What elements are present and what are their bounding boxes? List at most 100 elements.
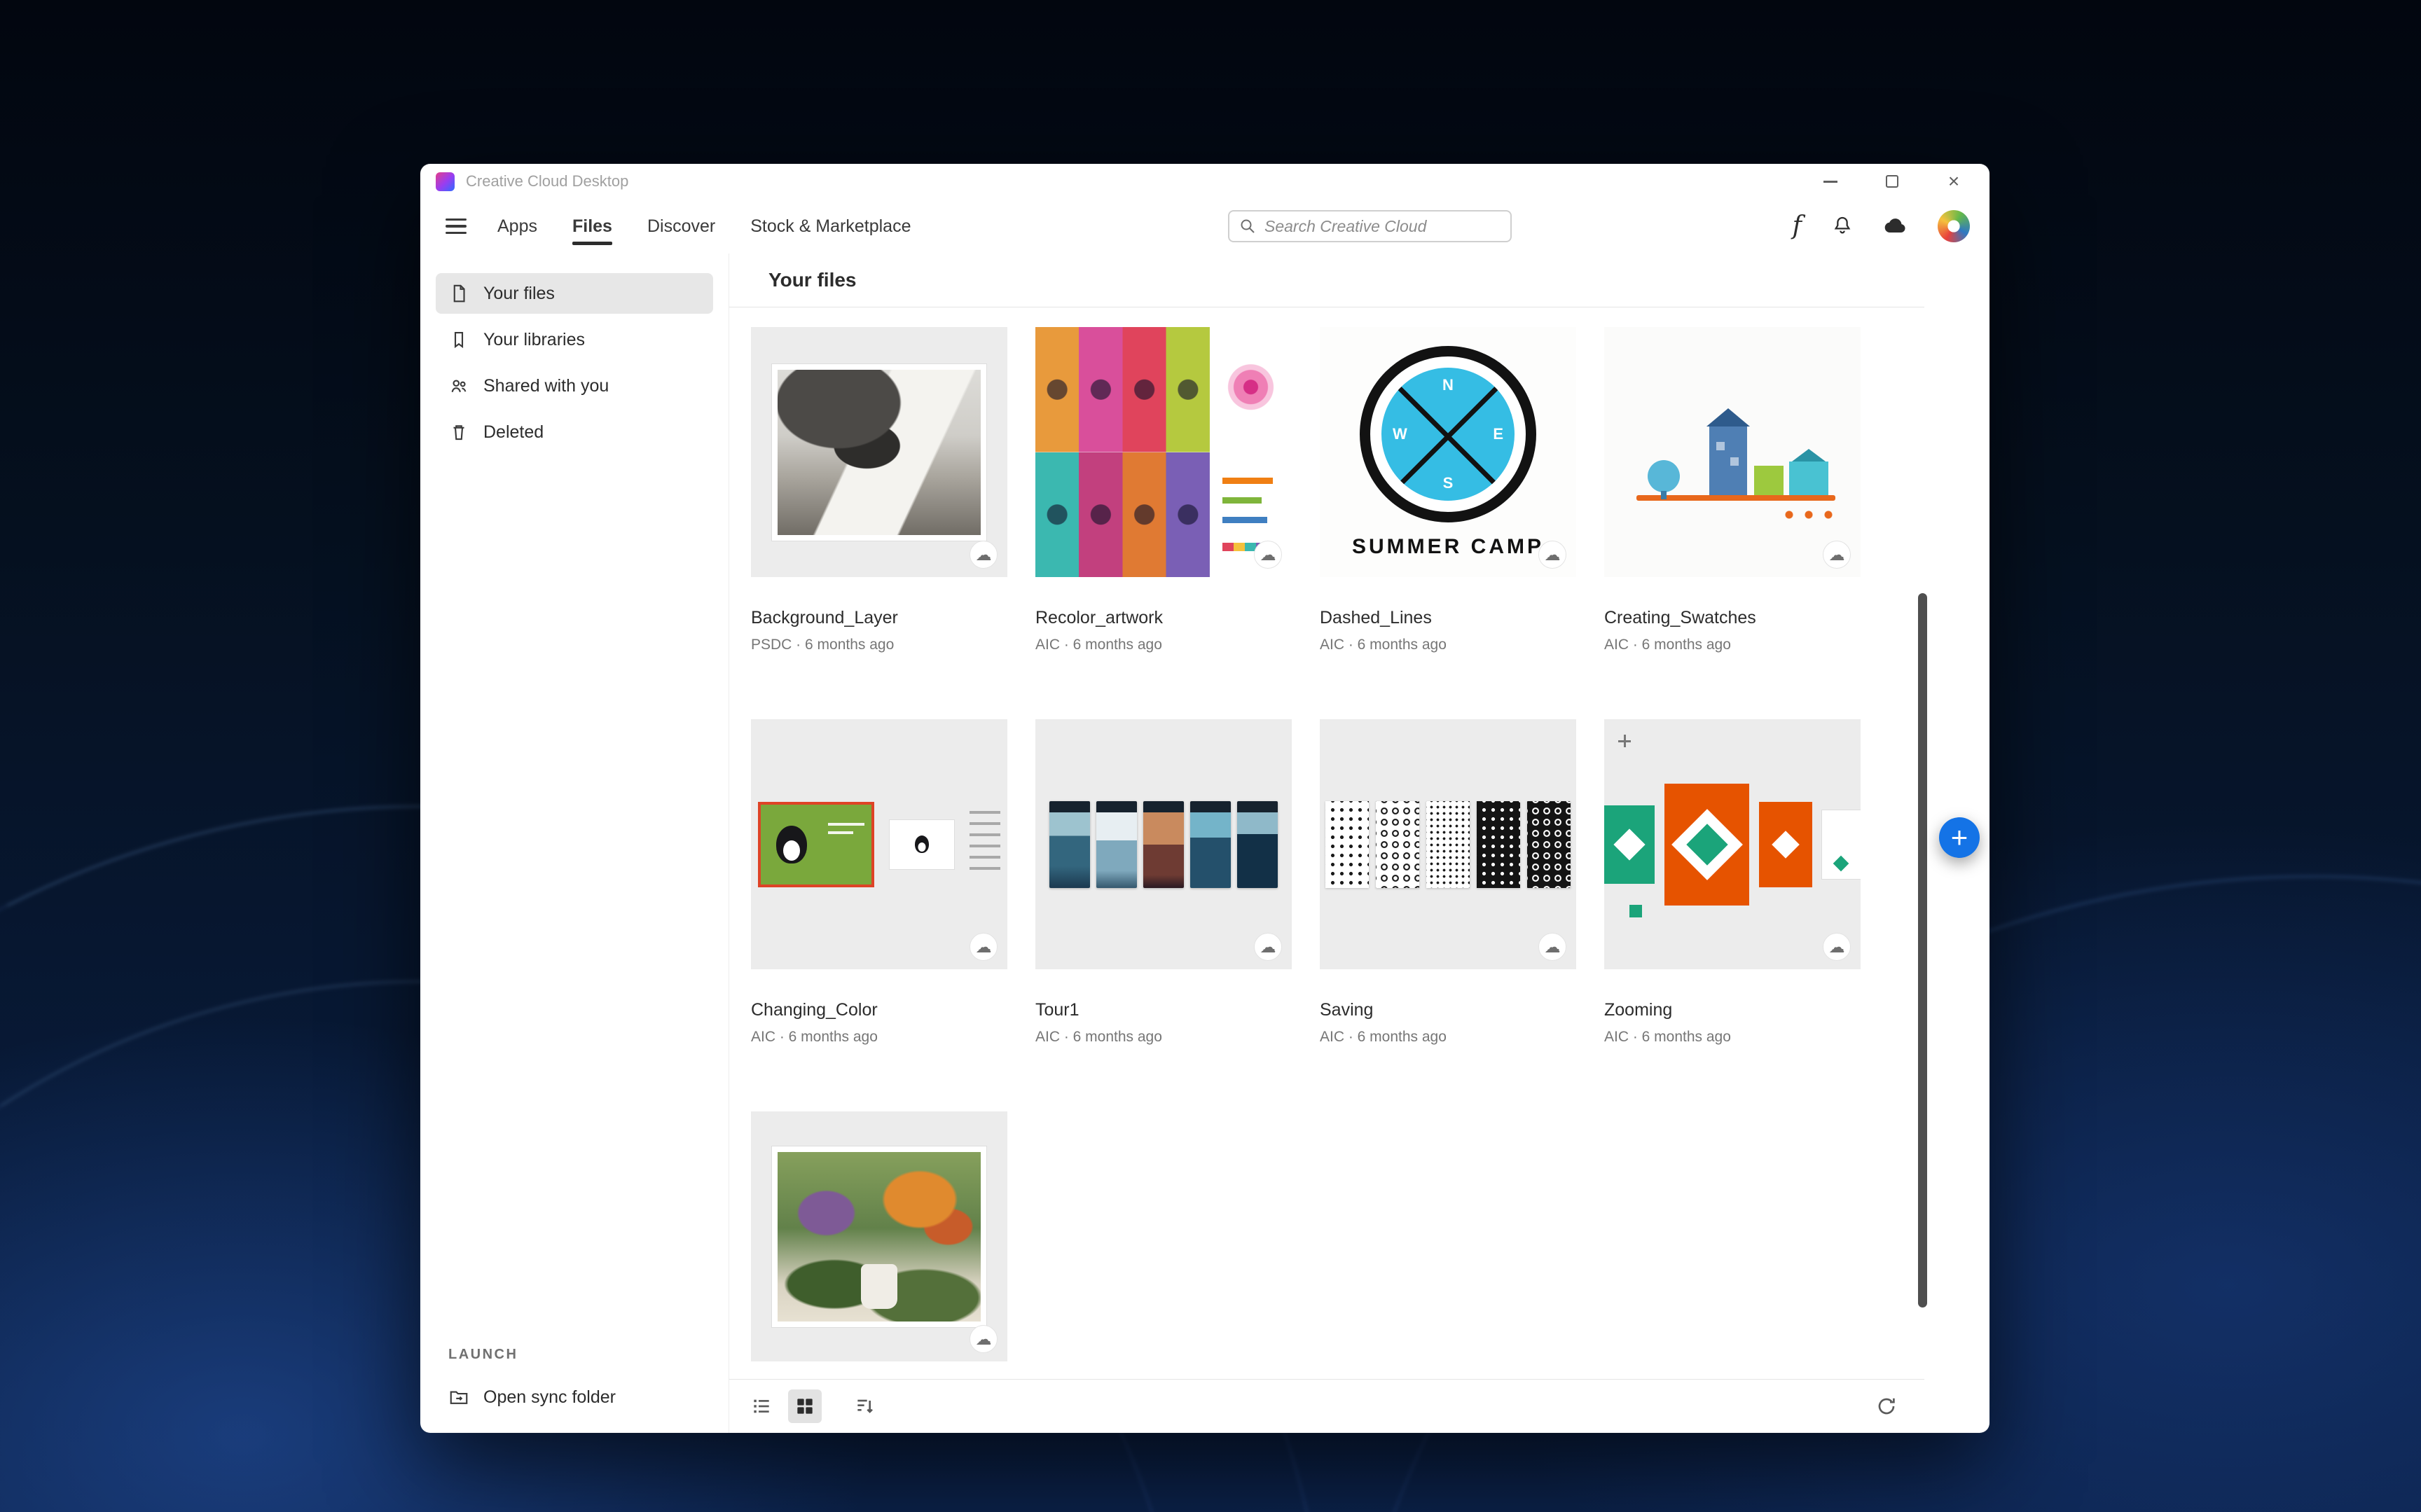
cloud-sync-badge: ☁ xyxy=(970,541,998,569)
vertical-scrollbar[interactable] xyxy=(1918,593,1927,1308)
maximize-button[interactable] xyxy=(1882,171,1903,192)
file-card-zooming[interactable]: ☁ Zooming AIC · 6 months ago xyxy=(1604,719,1861,1046)
orange-diamond-card-large xyxy=(1664,784,1749,906)
photo-frame xyxy=(772,1146,986,1327)
thumbnail-creating-swatches: ☁ xyxy=(1604,327,1861,577)
icon-sheet xyxy=(1477,801,1520,888)
sort-button[interactable] xyxy=(848,1389,882,1423)
penguin-illustration xyxy=(776,826,807,863)
grid-view-button[interactable] xyxy=(788,1389,822,1423)
libraries-icon xyxy=(448,329,469,350)
window-body: Your files Your libraries Shared with yo… xyxy=(420,254,1989,1433)
main-area: Your files ☁ Background_Layer PSDC · 6 m… xyxy=(729,254,1989,1433)
file-card-changing-color[interactable]: ☁ Changing_Color AIC · 6 months ago xyxy=(751,719,1007,1046)
compass-west: W xyxy=(1393,425,1407,443)
poster-thumbnail xyxy=(1143,801,1184,888)
notifications-bell-icon[interactable] xyxy=(1831,215,1854,237)
file-meta: PSDC · 6 months ago xyxy=(751,637,1007,653)
file-card-recolor-artwork[interactable]: ☁ Recolor_artwork AIC · 6 months ago xyxy=(1035,327,1292,653)
file-card-creating-swatches[interactable]: ☁ Creating_Swatches AIC · 6 months ago xyxy=(1604,327,1861,653)
flower-and-swatches xyxy=(1210,327,1292,577)
poster-thumbnail xyxy=(1190,801,1231,888)
poster-thumbnail xyxy=(1237,801,1278,888)
maximize-icon xyxy=(1886,175,1898,188)
file-meta: AIC · 6 months ago xyxy=(1604,1029,1861,1046)
file-card-untitled[interactable]: ☁ xyxy=(751,1111,1007,1361)
poster-row xyxy=(1049,801,1278,888)
file-card-tour1[interactable]: ☁ Tour1 AIC · 6 months ago xyxy=(1035,719,1292,1046)
dot-row xyxy=(1779,508,1842,522)
adobe-fonts-icon[interactable]: f xyxy=(1793,214,1802,239)
file-name: Creating_Swatches xyxy=(1604,608,1861,628)
file-meta: AIC · 6 months ago xyxy=(1035,1029,1292,1046)
creative-cloud-logo-icon xyxy=(436,172,455,191)
recolor-artwork xyxy=(1035,327,1292,577)
color-tile-grid xyxy=(1035,327,1210,577)
file-name: Background_Layer xyxy=(751,608,1007,628)
tab-apps[interactable]: Apps xyxy=(497,199,537,254)
menu-icon[interactable] xyxy=(446,219,467,235)
search-input[interactable] xyxy=(1264,217,1501,236)
cloud-sync-badge: ☁ xyxy=(1538,933,1566,961)
open-sync-folder-button[interactable]: Open sync folder xyxy=(448,1387,712,1408)
add-button[interactable]: + xyxy=(1939,817,1980,858)
sidebar-item-your-libraries[interactable]: Your libraries xyxy=(436,319,713,360)
launch-section-label: LAUNCH xyxy=(448,1347,712,1363)
file-card-background-layer[interactable]: ☁ Background_Layer PSDC · 6 months ago xyxy=(751,327,1007,653)
list-view-button[interactable] xyxy=(745,1389,778,1423)
sidebar-item-label: Deleted xyxy=(483,422,544,443)
icon-sheet xyxy=(1426,801,1470,888)
cloud-sync-badge: ☁ xyxy=(1823,541,1851,569)
compass-badge: N E S W xyxy=(1360,346,1536,522)
poster-thumbnail xyxy=(1049,801,1090,888)
tree-shape xyxy=(1648,460,1680,492)
close-button[interactable]: × xyxy=(1943,171,1964,192)
cloud-glyph: ☁ xyxy=(1829,547,1845,563)
houses-illustration xyxy=(1604,327,1861,577)
white-slide xyxy=(890,820,954,869)
tab-files[interactable]: Files xyxy=(572,199,612,254)
file-card-saving[interactable]: ☁ Saving AIC · 6 months ago xyxy=(1320,719,1576,1046)
open-sync-folder-label: Open sync folder xyxy=(483,1387,616,1408)
vase-shape xyxy=(861,1264,897,1309)
sync-folder-icon xyxy=(448,1387,469,1408)
file-grid: ☁ Background_Layer PSDC · 6 months ago xyxy=(729,307,1924,1379)
list-view-icon xyxy=(750,1395,773,1417)
penguin-illustration-small xyxy=(915,835,929,853)
thumbnail-tour1: ☁ xyxy=(1035,719,1292,969)
icon-sheets xyxy=(1325,801,1571,888)
refresh-icon xyxy=(1875,1395,1898,1417)
photo-artwork xyxy=(778,370,981,535)
tab-stock-marketplace[interactable]: Stock & Marketplace xyxy=(750,199,911,254)
search-box[interactable] xyxy=(1228,210,1512,242)
cloud-glyph: ☁ xyxy=(976,547,992,563)
account-avatar[interactable] xyxy=(1938,210,1970,242)
nav-items: Apps Files Discover Stock & Marketplace xyxy=(497,199,911,254)
sidebar-item-shared-with-you[interactable]: Shared with you xyxy=(436,366,713,406)
sidebar-item-deleted[interactable]: Deleted xyxy=(436,412,713,452)
minimize-icon xyxy=(1823,181,1837,183)
photo-frame xyxy=(772,364,986,541)
cloud-activity-icon[interactable] xyxy=(1883,214,1908,239)
cloud-glyph: ☁ xyxy=(976,939,992,955)
refresh-button[interactable] xyxy=(1870,1389,1903,1423)
thumbnail-background-layer: ☁ xyxy=(751,327,1007,577)
cloud-sync-badge: ☁ xyxy=(1254,541,1282,569)
minimize-button[interactable] xyxy=(1820,171,1841,192)
sidebar-items: Your files Your libraries Shared with yo… xyxy=(420,254,729,452)
trash-icon xyxy=(448,422,469,443)
sidebar-item-your-files[interactable]: Your files xyxy=(436,273,713,314)
compass-east: E xyxy=(1493,425,1503,443)
white-diamond-card xyxy=(1822,810,1861,879)
zoom-cursor-icon xyxy=(1618,735,1631,747)
summer-camp-text: SUMMER CAMP xyxy=(1352,535,1544,559)
diamond-cards-artwork xyxy=(1604,719,1861,969)
compass-north: N xyxy=(1442,376,1454,394)
tab-discover[interactable]: Discover xyxy=(647,199,715,254)
sidebar-item-label: Shared with you xyxy=(483,376,609,396)
icon-sheet xyxy=(1325,801,1369,888)
app-window: Creative Cloud Desktop × Apps Files Disc… xyxy=(420,164,1989,1433)
cloud-sync-badge: ☁ xyxy=(970,933,998,961)
cloud-glyph: ☁ xyxy=(1545,939,1561,955)
file-card-dashed-lines[interactable]: N E S W SUMMER CAMP ☁ Dashed_Lines xyxy=(1320,327,1576,653)
